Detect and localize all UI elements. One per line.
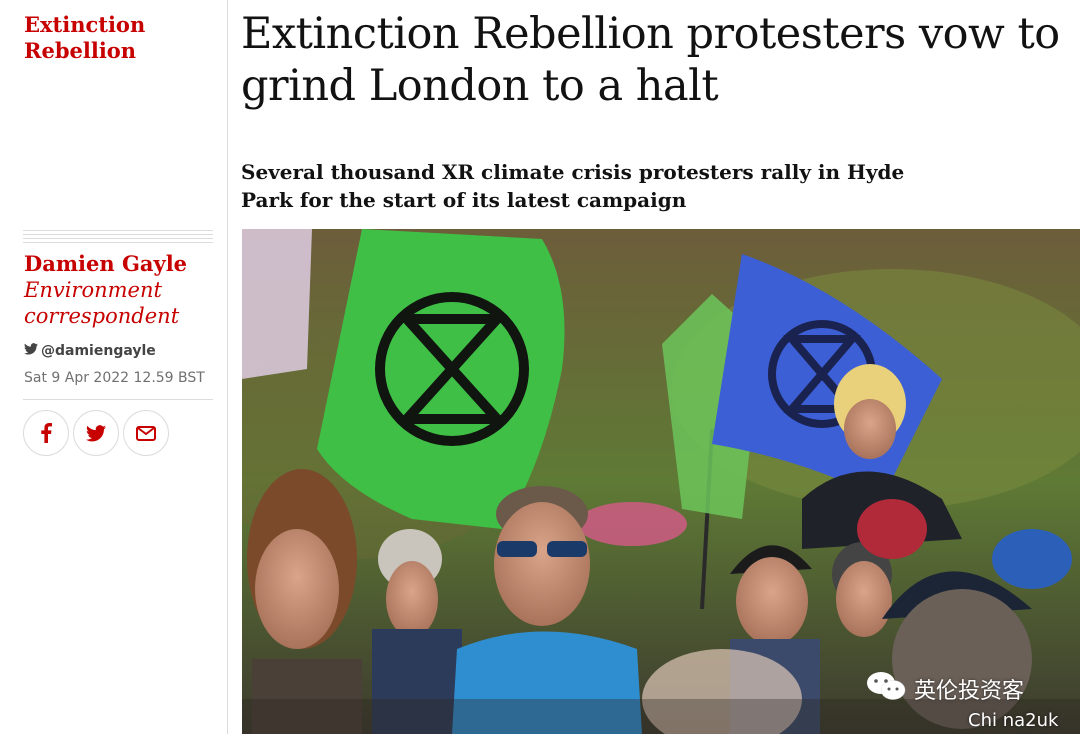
article-main-photo [242,229,1080,734]
email-icon [136,425,156,441]
article-headline: Extinction Rebellion protesters vow to g… [241,9,1060,111]
watermark: 英伦投资客 [866,670,1024,708]
author-name-link[interactable]: Damien Gayle [24,251,187,277]
author-twitter-link[interactable]: @damiengayle [24,343,156,359]
twitter-bird-icon [24,343,38,359]
article-standfirst: Several thousand XR climate crisis prote… [241,160,905,212]
section-rules [23,230,213,246]
facebook-icon [40,423,52,443]
twitter-handle: @damiengayle [41,343,156,359]
share-twitter-button[interactable] [73,410,119,456]
article-meta-column: Extinction Rebellion Damien Gayle Enviro… [0,0,228,734]
share-buttons [23,410,169,456]
column-divider [227,0,228,734]
share-facebook-button[interactable] [23,410,69,456]
wechat-icon [866,670,906,708]
watermark-subtitle: Chi na2uk [968,710,1059,731]
share-email-button[interactable] [123,410,169,456]
publish-date: Sat 9 Apr 2022 12.59 BST [24,370,205,386]
twitter-icon [86,424,106,442]
watermark-title: 英伦投资客 [914,679,1025,704]
author-role: Environment correspondent [24,278,180,328]
section-link[interactable]: Extinction Rebellion [24,12,214,64]
meta-divider [23,399,213,400]
